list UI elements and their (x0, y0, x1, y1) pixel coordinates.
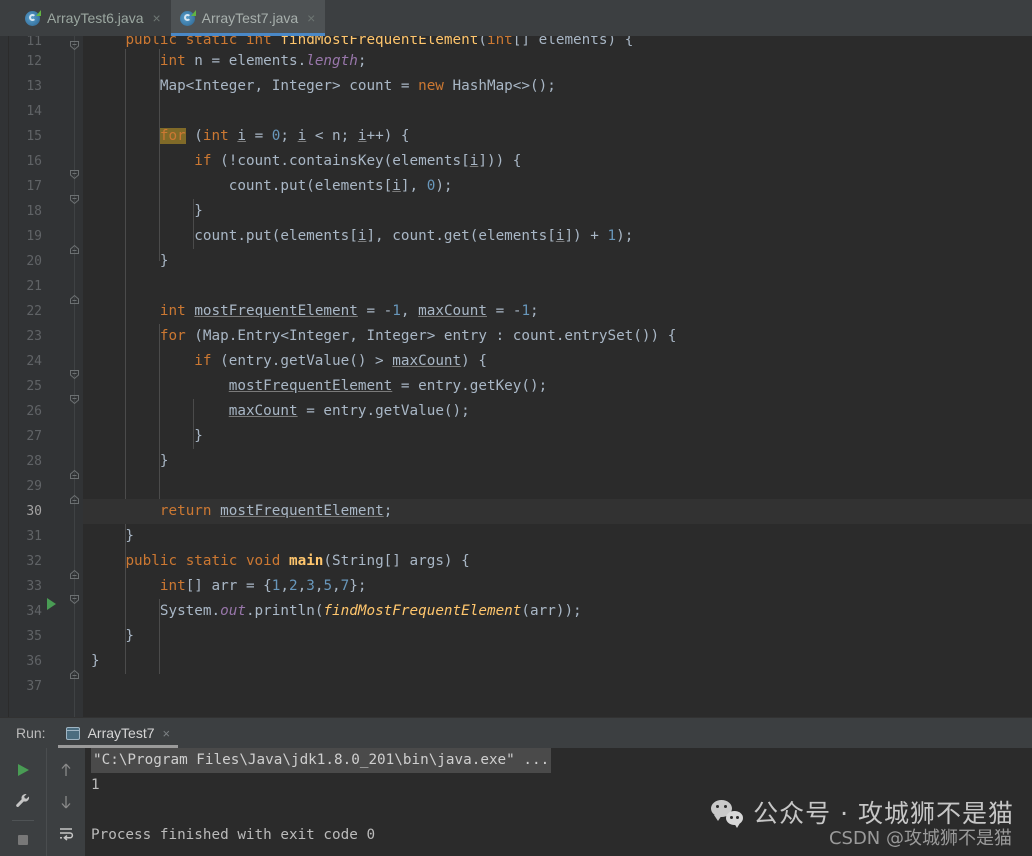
code-line-35[interactable]: } (83, 624, 1032, 649)
editor-area: 11 12 13 14 15 16 17 18 19 20 21 22 23 2… (0, 36, 1032, 717)
run-label: Run: (16, 725, 46, 741)
code-canvas[interactable]: public static int findMostFrequentElemen… (83, 36, 1032, 717)
code-line-13[interactable]: Map<Integer, Integer> count = new HashMa… (83, 74, 1032, 99)
tool-window-left-strip (0, 36, 9, 717)
line-number: 35 (26, 629, 42, 644)
rerun-button[interactable] (6, 754, 40, 785)
console-exit-line: Process finished with exit code 0 (91, 827, 376, 843)
fold-chevron-up-icon[interactable] (68, 293, 81, 306)
scroll-down-button[interactable] (49, 786, 83, 818)
console-command-text: "C:\Program Files\Java\jdk1.8.0_201\bin\… (91, 748, 552, 773)
run-tool-window: Run: ArrayTest7 × "C:\Program Files\Java… (0, 717, 1032, 856)
intellij-idea-window: ArrayTest6.java × ArrayTest7.java × 11 1… (0, 0, 1032, 856)
close-icon[interactable]: × (152, 11, 160, 25)
fold-chevron-up-icon[interactable] (68, 243, 81, 256)
run-tab-arraytest7[interactable]: ArrayTest7 × (57, 718, 179, 748)
close-icon[interactable]: × (163, 726, 171, 741)
fold-chevron-down-icon[interactable] (68, 193, 81, 206)
settings-button[interactable] (6, 785, 40, 816)
line-number: 31 (26, 529, 42, 544)
scroll-up-button[interactable] (49, 754, 83, 786)
wrench-icon (16, 794, 30, 808)
code-line-25[interactable]: mostFrequentElement = entry.getKey(); (83, 374, 1032, 399)
fold-chevron-down-icon[interactable] (68, 39, 81, 52)
line-number: 13 (26, 79, 42, 94)
code-line-34[interactable]: System.out.println(findMostFrequentEleme… (83, 599, 1032, 624)
fold-chevron-up-icon[interactable] (68, 493, 81, 506)
fold-chevron-up-icon[interactable] (68, 568, 81, 581)
line-number: 12 (26, 54, 42, 69)
stop-button[interactable] (6, 825, 40, 856)
fold-chevron-up-icon[interactable] (68, 668, 81, 681)
fold-chevron-down-icon[interactable] (68, 168, 81, 181)
stop-square-icon (18, 835, 28, 846)
line-number: 15 (26, 129, 42, 144)
java-class-icon (25, 9, 41, 26)
line-number: 23 (26, 329, 42, 344)
code-line-26[interactable]: maxCount = entry.getValue(); (83, 399, 1032, 424)
editor-tab-bar: ArrayTest6.java × ArrayTest7.java × (0, 0, 1032, 36)
code-line-12[interactable]: int n = elements.length; (83, 49, 1032, 74)
code-line-15[interactable]: for (int i = 0; i < n; i++) { (83, 124, 1032, 149)
arrow-down-icon (61, 796, 71, 809)
run-tool-window-body: "C:\Program Files\Java\jdk1.8.0_201\bin\… (0, 748, 1032, 856)
soft-wrap-icon (60, 828, 74, 841)
code-line-28[interactable]: } (83, 449, 1032, 474)
editor-tab-label: ArrayTest7.java (201, 10, 299, 26)
code-line-14[interactable] (83, 99, 1032, 124)
code-line-19[interactable]: count.put(elements[i], count.get(element… (83, 224, 1032, 249)
close-icon[interactable]: × (307, 11, 315, 25)
code-line-27[interactable]: } (83, 424, 1032, 449)
code-line-30[interactable]: return mostFrequentElement; (83, 499, 1032, 524)
code-line-11[interactable]: public static int findMostFrequentElemen… (83, 36, 1032, 49)
editor-gutter[interactable]: 11 12 13 14 15 16 17 18 19 20 21 22 23 2… (9, 36, 83, 717)
arrow-up-icon (61, 763, 71, 776)
line-number: 27 (26, 429, 42, 444)
fold-chevron-down-icon[interactable] (68, 593, 81, 606)
code-line-36[interactable]: } (83, 649, 1032, 674)
run-toolbar-secondary (46, 748, 85, 856)
code-line-16[interactable]: if (!count.containsKey(elements[i])) { (83, 149, 1032, 174)
code-line-21[interactable] (83, 274, 1032, 299)
code-line-32[interactable]: public static void main(String[] args) { (83, 549, 1032, 574)
editor-tab-arraytest6[interactable]: ArrayTest6.java × (16, 0, 171, 36)
console-command-line: "C:\Program Files\Java\jdk1.8.0_201\bin\… (91, 748, 1032, 773)
code-line-24[interactable]: if (entry.getValue() > maxCount) { (83, 349, 1032, 374)
toolbar-divider (12, 819, 34, 821)
fold-chevron-up-icon[interactable] (68, 468, 81, 481)
java-class-icon (179, 9, 196, 26)
code-line-22[interactable]: int mostFrequentElement = -1, maxCount =… (83, 299, 1032, 324)
run-tab-label: ArrayTest7 (87, 725, 155, 741)
console-output[interactable]: "C:\Program Files\Java\jdk1.8.0_201\bin\… (85, 748, 1032, 856)
code-line-18[interactable]: } (83, 199, 1032, 224)
code-line-20[interactable]: } (83, 249, 1032, 274)
tab-bar-left-padding (0, 0, 16, 36)
fold-chevron-down-icon[interactable] (68, 368, 81, 381)
console-icon (65, 726, 80, 740)
code-line-23[interactable]: for (Map.Entry<Integer, Integer> entry :… (83, 324, 1032, 349)
run-method-icon[interactable] (47, 598, 56, 610)
code-line-31[interactable]: } (83, 524, 1032, 549)
editor-tab-label: ArrayTest6.java (47, 10, 144, 26)
console-output-line: 1 (91, 777, 100, 793)
editor-tab-arraytest7[interactable]: ArrayTest7.java × (170, 0, 326, 36)
run-toolbar-primary (0, 748, 46, 856)
code-line-17[interactable]: count.put(elements[i], 0); (83, 174, 1032, 199)
soft-wrap-button[interactable] (49, 818, 83, 850)
run-tool-window-header: Run: ArrayTest7 × (0, 718, 1032, 748)
fold-chevron-down-icon[interactable] (68, 393, 81, 406)
code-line-37[interactable] (83, 674, 1032, 699)
line-number: 14 (26, 104, 42, 119)
code-line-29[interactable] (83, 474, 1032, 499)
play-icon (18, 763, 29, 776)
code-line-33[interactable]: int[] arr = {1,2,3,5,7}; (83, 574, 1032, 599)
